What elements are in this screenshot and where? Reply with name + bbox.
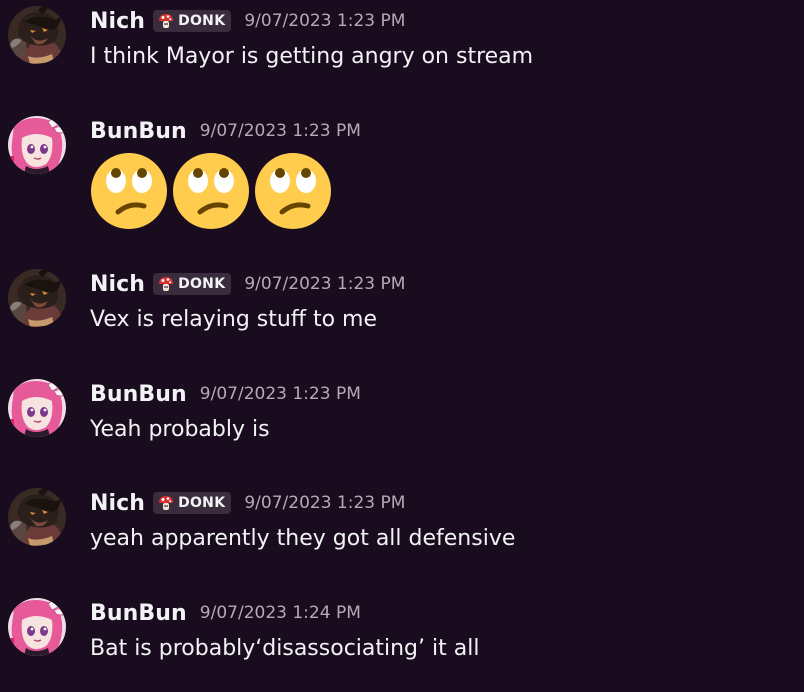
mushroom-icon <box>157 275 175 293</box>
emoji-row: 🙄 🙄 🙄 <box>88 150 334 236</box>
message-text: Yeah probably is <box>90 417 270 442</box>
eye-roll-emoji-icon[interactable]: 🙄 <box>170 150 252 236</box>
user-avatar-bunbun[interactable] <box>8 598 66 656</box>
username[interactable]: Nich <box>90 272 145 297</box>
avatar-image <box>8 269 66 327</box>
role-tag[interactable]: DONK <box>153 492 232 514</box>
username[interactable]: BunBun <box>90 119 187 144</box>
message-text: Vex is relaying stuff to me <box>90 307 378 332</box>
message-timestamp[interactable]: 9/07/2023 1:23 PM <box>244 274 405 294</box>
username[interactable]: BunBun <box>90 382 187 407</box>
user-avatar-bunbun[interactable] <box>8 379 66 437</box>
role-tag-label: DONK <box>178 495 226 511</box>
user-avatar-nich[interactable] <box>8 269 66 327</box>
message-header: Nich DONK 9/07/2023 1:23 PM <box>90 489 405 517</box>
message-timestamp[interactable]: 9/07/2023 1:23 PM <box>244 11 405 31</box>
message-header: BunBun 9/07/2023 1:23 PM <box>90 117 361 145</box>
eye-roll-emoji-icon[interactable]: 🙄 <box>88 150 170 236</box>
avatar-image <box>8 488 66 546</box>
mushroom-icon <box>157 12 175 30</box>
username[interactable]: Nich <box>90 9 145 34</box>
message-text: yeah apparently they got all defensive <box>90 526 516 551</box>
message-header: Nich DONK 9/07/2023 1:23 PM <box>90 7 405 35</box>
message-timestamp[interactable]: 9/07/2023 1:23 PM <box>200 384 361 404</box>
message-timestamp[interactable]: 9/07/2023 1:23 PM <box>200 121 361 141</box>
user-avatar-bunbun[interactable] <box>8 116 66 174</box>
message-timestamp[interactable]: 9/07/2023 1:23 PM <box>244 493 405 513</box>
role-tag-label: DONK <box>178 13 226 29</box>
role-tag[interactable]: DONK <box>153 10 232 32</box>
avatar-image <box>8 598 66 656</box>
avatar-image <box>8 379 66 437</box>
message-text: Bat is probably‘disassociating’ it all <box>90 636 480 661</box>
message-header: BunBun 9/07/2023 1:23 PM <box>90 380 361 408</box>
eye-roll-emoji-icon[interactable]: 🙄 <box>252 150 334 236</box>
user-avatar-nich[interactable] <box>8 6 66 64</box>
username[interactable]: BunBun <box>90 601 187 626</box>
mushroom-icon <box>157 494 175 512</box>
role-tag-label: DONK <box>178 276 226 292</box>
message-timestamp[interactable]: 9/07/2023 1:24 PM <box>200 603 361 623</box>
avatar-image <box>8 116 66 174</box>
user-avatar-nich[interactable] <box>8 488 66 546</box>
chat-message-list: Nich DONK 9/07/2023 1:23 PM I think Mayo… <box>0 0 804 692</box>
username[interactable]: Nich <box>90 491 145 516</box>
message-text: I think Mayor is getting angry on stream <box>90 44 534 69</box>
message-header: BunBun 9/07/2023 1:24 PM <box>90 599 361 627</box>
message-header: Nich DONK 9/07/2023 1:23 PM <box>90 270 405 298</box>
avatar-image <box>8 6 66 64</box>
role-tag[interactable]: DONK <box>153 273 232 295</box>
